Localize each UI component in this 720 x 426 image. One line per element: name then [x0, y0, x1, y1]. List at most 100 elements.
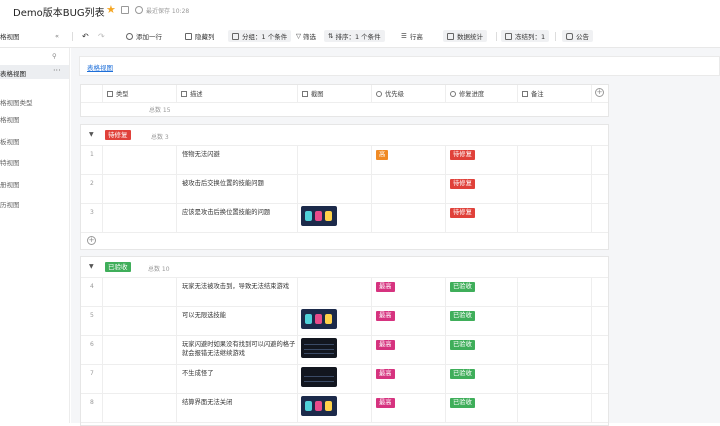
hide-columns-label: 隐藏列 — [195, 33, 215, 41]
table-row[interactable]: 1 怪物无法闪避 高 待修复 — [81, 145, 608, 175]
column-header-priority[interactable]: 优先级 — [372, 85, 446, 102]
screenshot-thumbnail[interactable] — [301, 367, 337, 387]
hide-columns-button[interactable]: 隐藏列 — [185, 30, 215, 42]
add-row-icon[interactable]: + — [87, 236, 96, 245]
add-column-icon[interactable]: + — [595, 88, 604, 97]
table-row[interactable]: 6 玩家闪避时如果没有找到可以闪避的格子就会报错无法继续游戏 最高 已验收 — [81, 335, 608, 365]
priority-cell[interactable]: 最高 — [372, 335, 446, 364]
star-icon[interactable]: ★ — [106, 3, 116, 16]
freeze-button[interactable]: 冻结列：1 — [501, 30, 550, 42]
priority-cell[interactable]: 最高 — [372, 306, 446, 335]
caret-down-icon[interactable]: ▼ — [89, 131, 94, 138]
status-cell[interactable]: 已验收 — [446, 277, 518, 306]
type-cell[interactable] — [103, 277, 177, 306]
screenshot-cell[interactable] — [298, 393, 372, 422]
document-title[interactable]: Demo版本BUG列表 — [13, 4, 105, 19]
table-row[interactable]: 8 结算界面无法关闭 最高 已验收 — [81, 393, 608, 423]
screenshot-cell[interactable] — [298, 145, 372, 174]
priority-cell[interactable]: 高 — [372, 145, 446, 174]
desc-cell[interactable]: 怪物无法闪避 — [177, 145, 298, 174]
notes-cell[interactable] — [518, 277, 592, 306]
filter-button[interactable]: ▽ 筛选 — [296, 30, 316, 42]
status-cell[interactable]: 待修复 — [446, 203, 518, 232]
screenshot-cell[interactable] — [298, 364, 372, 393]
status-cell[interactable]: 已验收 — [446, 306, 518, 335]
desc-cell[interactable]: 可以无限选技能 — [177, 306, 298, 335]
redo-icon[interactable]: ↷ — [98, 30, 105, 42]
status-cell[interactable]: 已验收 — [446, 335, 518, 364]
notes-cell[interactable] — [518, 335, 592, 364]
group-button[interactable]: 分组：1 个条件 — [228, 30, 292, 42]
type-cell[interactable] — [103, 174, 177, 203]
screenshot-cell[interactable] — [298, 277, 372, 306]
desc-cell[interactable]: 被攻击后交换位置的技能问题 — [177, 174, 298, 203]
group-header[interactable]: ▼ 待修复 总数 3 — [81, 125, 608, 146]
desc-cell[interactable]: 应该是攻击后换位置技能的问题 — [177, 203, 298, 232]
column-header-status[interactable]: 修复进度 — [446, 85, 518, 102]
column-header-screenshot[interactable]: 截图 — [298, 85, 372, 102]
type-cell[interactable] — [103, 393, 177, 422]
folder-icon[interactable] — [121, 6, 129, 14]
column-header-desc[interactable]: 描述 — [177, 85, 298, 102]
column-header-type[interactable]: 类型 — [103, 85, 177, 102]
sidebar-item[interactable]: 格视图 — [0, 114, 20, 124]
stats-button[interactable]: 数据统计 — [443, 30, 487, 42]
screenshot-cell[interactable] — [298, 306, 372, 335]
notes-cell[interactable] — [518, 306, 592, 335]
priority-cell[interactable]: 最高 — [372, 277, 446, 306]
table-row[interactable]: 4 玩家无法被攻击到，导致无法结束游戏 最高 已验收 — [81, 277, 608, 307]
view-tab-link[interactable]: 表格视图 — [87, 62, 113, 72]
sidebar-item[interactable]: 板视图 — [0, 136, 20, 146]
notes-cell[interactable] — [518, 174, 592, 203]
type-cell[interactable] — [103, 145, 177, 174]
group-header[interactable]: ▼ 已验收 总数 10 — [81, 257, 608, 278]
notes-cell[interactable] — [518, 393, 592, 422]
desc-cell[interactable]: 玩家闪避时如果没有找到可以闪避的格子就会报错无法继续游戏 — [177, 335, 298, 364]
sidebar-item[interactable]: 历视图 — [0, 199, 20, 209]
sidebar-item[interactable]: 册视图 — [0, 179, 20, 189]
screenshot-thumbnail[interactable] — [301, 206, 337, 226]
desc-cell[interactable]: 不生成怪了 — [177, 364, 298, 393]
screenshot-thumbnail[interactable] — [301, 396, 337, 416]
status-cell[interactable]: 待修复 — [446, 145, 518, 174]
undo-icon[interactable]: ↶ — [82, 30, 89, 42]
more-icon[interactable]: ··· — [53, 66, 61, 75]
sidebar-item-active[interactable]: 表格视图 ··· — [0, 65, 69, 79]
priority-cell[interactable]: 最高 — [372, 393, 446, 422]
priority-cell[interactable] — [372, 174, 446, 203]
priority-cell[interactable]: 最高 — [372, 364, 446, 393]
notes-cell[interactable] — [518, 203, 592, 232]
desc-cell[interactable]: 结算界面无法关闭 — [177, 393, 298, 422]
priority-cell[interactable] — [372, 203, 446, 232]
screenshot-cell[interactable] — [298, 203, 372, 232]
notes-cell[interactable] — [518, 145, 592, 174]
screenshot-cell[interactable] — [298, 335, 372, 364]
screenshot-thumbnail[interactable] — [301, 338, 337, 358]
caret-down-icon[interactable]: ▼ — [89, 263, 94, 270]
current-view-name[interactable]: 格视图 — [0, 30, 20, 42]
desc-cell[interactable]: 玩家无法被攻击到，导致无法结束游戏 — [177, 277, 298, 306]
column-header-notes[interactable]: 备注 — [518, 85, 592, 102]
row-height-button[interactable]: ☰ 行高 — [401, 30, 423, 42]
table-row[interactable]: 3 应该是攻击后换位置技能的问题 待修复 — [81, 203, 608, 233]
type-cell[interactable] — [103, 203, 177, 232]
status-cell[interactable]: 已验收 — [446, 364, 518, 393]
sort-button[interactable]: ⇅ 排序：1 个条件 — [324, 30, 385, 42]
sidebar-item[interactable]: 特视图 — [0, 157, 20, 167]
add-row-button[interactable]: 添加一行 — [126, 30, 162, 42]
status-cell[interactable]: 待修复 — [446, 174, 518, 203]
type-cell[interactable] — [103, 335, 177, 364]
table-row[interactable]: 2 被攻击后交换位置的技能问题 待修复 — [81, 174, 608, 204]
type-cell[interactable] — [103, 306, 177, 335]
collapse-sidebar-icon[interactable]: « — [55, 30, 59, 42]
type-cell[interactable] — [103, 364, 177, 393]
notes-cell[interactable] — [518, 364, 592, 393]
sidebar-item[interactable]: 格视图类型 — [0, 97, 33, 107]
pin-icon[interactable]: ⚲ — [52, 52, 57, 60]
announce-button[interactable]: 公告 — [562, 30, 593, 42]
status-cell[interactable]: 已验收 — [446, 393, 518, 422]
table-row[interactable]: 7 不生成怪了 最高 已验收 — [81, 364, 608, 394]
table-row[interactable]: 5 可以无限选技能 最高 已验收 — [81, 306, 608, 336]
screenshot-thumbnail[interactable] — [301, 309, 337, 329]
screenshot-cell[interactable] — [298, 174, 372, 203]
